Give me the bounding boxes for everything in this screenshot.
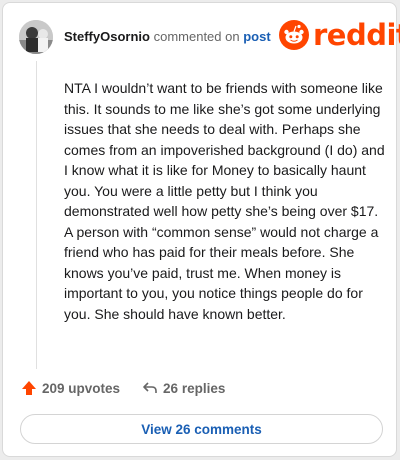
reddit-snoo-icon — [279, 20, 309, 50]
replies-button[interactable]: 26 replies — [142, 380, 225, 396]
reddit-wordmark: reddit — [313, 18, 400, 52]
comment-actions: 209 upvotes 26 replies — [21, 380, 225, 396]
upvote-arrow-icon — [22, 381, 36, 395]
comment-card: SteffyOsornio commented on post reddit N… — [2, 2, 400, 457]
commented-on-text: commented on — [153, 29, 240, 44]
post-link[interactable]: post — [243, 29, 270, 44]
reddit-logo[interactable]: reddit — [279, 18, 400, 52]
username-link[interactable]: SteffyOsornio — [64, 29, 150, 44]
reply-count: 26 replies — [163, 380, 226, 396]
upvote-button[interactable]: 209 upvotes — [21, 380, 120, 396]
view-comments-button[interactable]: View 26 comments — [20, 414, 383, 444]
comment-header: SteffyOsornio commented on post — [64, 29, 271, 44]
thread-line[interactable] — [36, 61, 37, 369]
upvote-count: 209 upvotes — [42, 380, 121, 396]
avatar[interactable] — [19, 20, 53, 54]
comment-body: NTA I wouldn’t want to be friends with s… — [64, 80, 385, 322]
reply-arrow-icon — [143, 382, 157, 393]
avatar-image — [19, 20, 53, 54]
